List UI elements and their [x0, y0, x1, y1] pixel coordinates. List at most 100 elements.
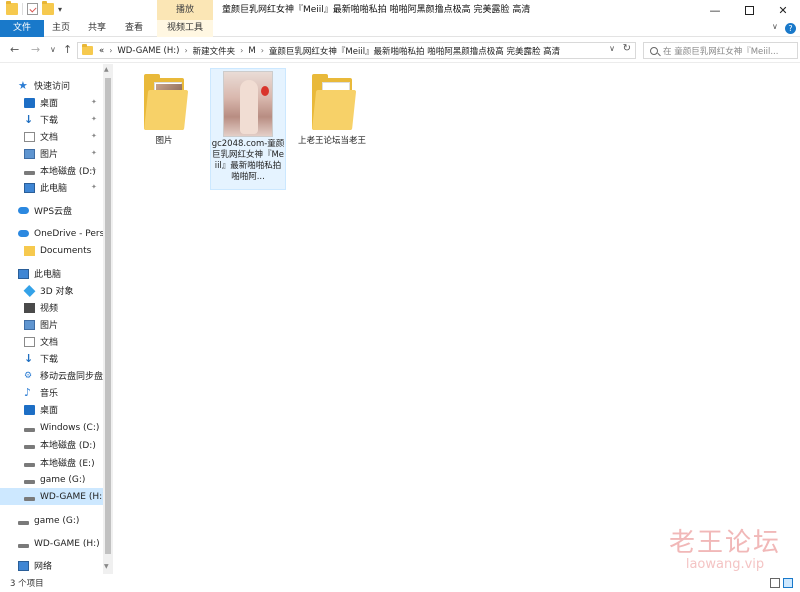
context-tab-play[interactable]: 播放 — [157, 0, 213, 20]
sidebar-item-this-pc[interactable]: 此电脑 — [18, 265, 113, 282]
onedrive-icon — [18, 230, 29, 237]
tab-file[interactable]: 文件 — [0, 20, 44, 37]
maximize-button[interactable] — [732, 0, 766, 20]
sidebar-item-this-pc-quick[interactable]: 此电脑 ✦ — [24, 179, 113, 196]
large-icons-view-icon[interactable] — [783, 578, 793, 588]
expand-ribbon-icon[interactable]: ∨ — [772, 22, 778, 31]
sidebar-item-game-g[interactable]: game (G:) — [24, 471, 113, 488]
sidebar-item-onedrive[interactable]: OneDrive - Perso — [18, 225, 113, 242]
sidebar-item-label: Windows (C:) — [40, 422, 100, 433]
file-list[interactable]: 图片 gc2048.com-童颜巨乳网红女神『Meiil』最新啪啪私拍 啪啪阿.… — [114, 64, 786, 574]
file-item-pictures-folder[interactable]: 图片 — [126, 74, 202, 147]
sidebar-item-pc-pictures[interactable]: 图片 — [24, 316, 113, 333]
up-button[interactable]: ↑ — [63, 43, 72, 56]
file-item-video-selected[interactable]: gc2048.com-童颜巨乳网红女神『Meiil』最新啪啪私拍 啪啪阿... — [210, 68, 286, 190]
breadcrumb-overflow[interactable]: « — [99, 46, 104, 56]
divider — [22, 3, 23, 15]
pin-icon[interactable]: ✦ — [91, 149, 97, 157]
folder-icon[interactable] — [6, 1, 18, 15]
sidebar-item-documents[interactable]: 文档 ✦ — [24, 128, 113, 145]
view-switcher — [770, 578, 793, 588]
video-thumbnail — [223, 71, 273, 137]
breadcrumb-separator[interactable]: › — [240, 46, 243, 55]
breadcrumb-m[interactable]: M — [248, 46, 255, 56]
sidebar-item-pc-downloads[interactable]: ↓ 下载 — [24, 350, 113, 367]
sidebar-item-label: game (G:) — [34, 515, 80, 526]
refresh-icon[interactable]: ↻ — [623, 43, 631, 54]
sidebar-item-game-g-root[interactable]: game (G:) — [18, 512, 113, 529]
back-button[interactable]: ← — [10, 43, 19, 56]
details-view-icon[interactable] — [770, 578, 780, 588]
tab-share[interactable]: 共享 — [80, 20, 114, 37]
forward-button[interactable]: → — [31, 43, 40, 56]
sidebar-item-local-e[interactable]: 本地磁盘 (E:) — [24, 454, 113, 471]
drive-icon — [24, 170, 35, 175]
drive-icon — [24, 427, 35, 432]
sidebar-item-wps-cloud[interactable]: WPS云盘 — [18, 202, 113, 219]
breadcrumb-drive[interactable]: WD-GAME (H:) — [117, 46, 179, 56]
recent-locations-button[interactable]: ∨ — [50, 45, 56, 54]
sidebar-item-label: 移动云盘同步盘 — [40, 372, 104, 382]
close-button[interactable]: ✕ — [766, 0, 800, 20]
pin-icon[interactable]: ✦ — [91, 166, 97, 174]
pin-icon[interactable]: ✦ — [91, 132, 97, 140]
sidebar-item-desktop[interactable]: 桌面 ✦ — [24, 94, 113, 111]
breadcrumb-new-folder[interactable]: 新建文件夹 — [193, 45, 236, 57]
sidebar-item-label: 本地磁盘 (D:) — [40, 167, 96, 177]
sidebar-item-windows-c[interactable]: Windows (C:) — [24, 419, 113, 436]
sidebar-item-wd-game-h-root[interactable]: WD-GAME (H:) — [18, 535, 113, 552]
file-item-laowang-folder[interactable]: 上老王论坛当老王 — [294, 74, 370, 147]
sidebar-item-label: 文档 — [40, 133, 59, 143]
content-scrollbar[interactable] — [786, 64, 800, 574]
minimize-button[interactable]: — — [698, 0, 732, 20]
folder-icon — [144, 74, 189, 130]
sidebar-item-label: 下载 — [40, 355, 59, 365]
help-icon[interactable]: ? — [785, 23, 796, 34]
customize-toolbar-icon[interactable]: ▾ — [58, 5, 62, 14]
watermark-url: laowang.vip — [685, 557, 765, 572]
star-icon: ★ — [18, 78, 28, 92]
sidebar-item-quick-access[interactable]: ★ 快速访问 — [18, 77, 113, 94]
sidebar-item-onedrive-documents[interactable]: Documents — [24, 242, 113, 259]
music-icon: ♪ — [24, 385, 32, 399]
sidebar-item-pc-documents[interactable]: 文档 — [24, 333, 113, 350]
window-title: 童颜巨乳网红女神『Meiil』最新啪啪私拍 啪啪阿黑颜撸点极高 完美露脸 高清 — [222, 5, 531, 15]
sidebar-item-downloads[interactable]: ↓ 下载 ✦ — [24, 111, 113, 128]
sidebar-item-pictures[interactable]: 图片 ✦ — [24, 145, 113, 162]
breadcrumb-current[interactable]: 童颜巨乳网红女神『Meiil』最新啪啪私拍 啪啪阿黑颜撸点极高 完美露脸 高清 — [269, 45, 560, 57]
sidebar-item-pc-desktop[interactable]: 桌面 — [24, 401, 113, 418]
sidebar-item-3d-objects[interactable]: 3D 对象 — [23, 282, 113, 299]
sidebar-item-label: WPS云盘 — [34, 207, 73, 217]
sidebar-item-local-d[interactable]: 本地磁盘 (D:) — [24, 436, 113, 453]
search-input[interactable]: 在 童颜巨乳网红女神『Meiil... — [643, 42, 798, 59]
breadcrumb-separator[interactable]: › — [184, 46, 187, 55]
new-folder-icon[interactable] — [42, 1, 54, 15]
tab-video-tools[interactable]: 视频工具 — [157, 20, 213, 37]
address-bar[interactable]: « › WD-GAME (H:) › 新建文件夹 › M › 童颜巨乳网红女神『… — [77, 42, 636, 59]
sidebar-item-drive-d[interactable]: 本地磁盘 (D:) ✦ — [24, 162, 113, 179]
sidebar-item-label: 网络 — [34, 562, 53, 572]
pin-icon[interactable]: ✦ — [91, 98, 97, 106]
scroll-down-icon[interactable]: ▼ — [104, 563, 109, 570]
sidebar-item-videos[interactable]: 视频 — [24, 299, 113, 316]
tab-home[interactable]: 主页 — [44, 20, 78, 37]
sidebar-item-wd-game-h-selected[interactable]: WD-GAME (H:) — [0, 488, 106, 505]
sidebar-item-mobile-cloud-sync[interactable]: ⚙ 移动云盘同步盘 — [24, 367, 113, 384]
pin-icon[interactable]: ✦ — [91, 183, 97, 191]
sidebar-item-network[interactable]: 网络 — [18, 557, 113, 574]
navigation-pane[interactable]: ★ 快速访问 桌面 ✦ ↓ 下载 ✦ 文档 ✦ 图片 ✦ 本地磁盘 (D:) ✦… — [0, 64, 113, 574]
breadcrumb-separator[interactable]: › — [109, 46, 112, 55]
properties-icon[interactable] — [27, 3, 38, 15]
sidebar-item-label: 本地磁盘 (E:) — [40, 459, 95, 469]
breadcrumb-separator[interactable]: › — [261, 46, 264, 55]
document-icon — [24, 336, 35, 347]
pin-icon[interactable]: ✦ — [91, 115, 97, 123]
sidebar-scrollbar-thumb[interactable] — [105, 78, 111, 554]
sidebar-item-music[interactable]: ♪ 音乐 — [24, 384, 113, 401]
tab-view[interactable]: 查看 — [116, 20, 152, 37]
sidebar-item-label: 快速访问 — [34, 82, 71, 92]
scroll-up-icon[interactable]: ▲ — [104, 66, 109, 73]
download-icon: ↓ — [24, 351, 34, 365]
address-dropdown-icon[interactable]: ∨ — [609, 44, 615, 53]
sidebar-item-label: 桌面 — [40, 99, 59, 109]
